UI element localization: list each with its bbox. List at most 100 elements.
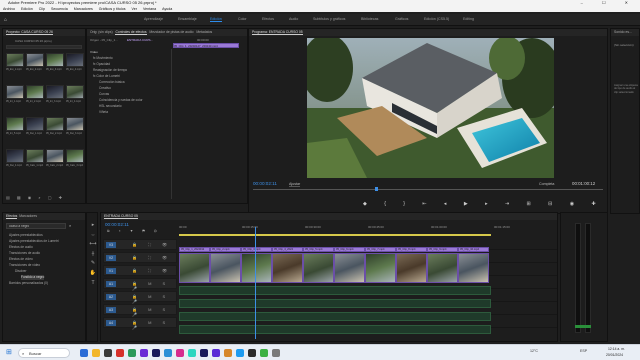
effect-sub-row[interactable]: HSL secundario <box>99 104 122 109</box>
effects-tree-item[interactable]: Transiciones de audio <box>9 251 40 256</box>
tool-icons[interactable]: ▸ ⇔ ⟷ ⟠ ✎ ✋ T <box>89 221 97 288</box>
effects-tree-item[interactable]: Efectos de vídeo <box>9 257 33 262</box>
timeline-clip-label[interactable]: 05_Clip_3.mp4 <box>241 247 272 252</box>
timeline-audio-clip[interactable] <box>179 286 491 295</box>
audio-track-header[interactable]: A4 🔒 M S 🎤 <box>103 317 177 330</box>
effect-row[interactable]: fx Opacidad <box>93 62 110 67</box>
project-item-thumbnail[interactable] <box>6 149 24 163</box>
taskbar-app-icon[interactable] <box>92 349 100 357</box>
effect-sub-row[interactable]: Coincidencia y ruedas de color <box>99 98 143 103</box>
program-title[interactable]: Programa: ENTRADA CURSO 05 <box>252 30 303 35</box>
audio-track-header[interactable]: A3 🔒 M S 🎤 <box>103 304 177 317</box>
project-item-thumbnail[interactable] <box>6 85 24 99</box>
workspace-tab[interactable]: Edición (CS5.5) <box>424 17 449 21</box>
effects-tree-item-selected[interactable]: Fundido a negro <box>21 275 45 280</box>
home-icon[interactable]: ⌂ <box>4 17 7 23</box>
track-target-label[interactable]: A1 <box>106 281 116 287</box>
timeline-clip-label[interactable]: 05_Clip_8.mp4 <box>396 247 427 252</box>
taskbar-app-icon[interactable] <box>248 349 256 357</box>
sequence-tab[interactable]: ENTRADA CURSO 05 <box>104 214 138 219</box>
project-item-thumbnail[interactable] <box>66 149 84 163</box>
timeline-audio-clip[interactable] <box>179 312 491 321</box>
taskbar-app-icon[interactable] <box>116 349 124 357</box>
project-search-input[interactable] <box>6 45 82 49</box>
origin-label[interactable]: Origen - 05_Clip_1... <box>90 38 118 42</box>
menu-secuencia[interactable]: Secuencia <box>51 7 68 11</box>
workspace-tab[interactable]: Gráficos <box>395 17 408 21</box>
timeline-clip-label[interactable]: 05_Clip_9.mp4 <box>427 247 458 252</box>
effects-tree-item[interactable]: Ajustes preestablecidos de Lumetri <box>9 239 59 244</box>
track-target-label[interactable]: A2 <box>106 294 116 300</box>
timeline-video-clip[interactable] <box>210 253 241 283</box>
search-icon[interactable]: ⌕ <box>69 223 71 228</box>
target-label[interactable]: ENTRADA CURS... <box>127 38 153 42</box>
tab-effects[interactable]: Efectos <box>6 214 18 219</box>
tab-markers[interactable]: Marcadores <box>19 214 37 218</box>
project-item-thumbnail[interactable] <box>66 53 84 67</box>
tab-audio-mixer[interactable]: Mezclador de pistas de audio <box>149 30 193 34</box>
effect-row[interactable]: fx Color de Lumetri <box>93 74 120 79</box>
tab-metadata[interactable]: Metadatos <box>196 30 212 34</box>
timeline-timecode[interactable]: 00:00:02:11 <box>105 222 129 227</box>
project-item-thumbnail[interactable] <box>26 53 44 67</box>
track-target-label[interactable]: V1 <box>106 268 116 274</box>
taskbar-app-icon[interactable] <box>176 349 184 357</box>
project-item-thumbnail[interactable] <box>66 117 84 131</box>
taskbar-app-icon[interactable] <box>224 349 232 357</box>
program-timecode[interactable]: 00:00:02:11 <box>253 181 277 186</box>
video-track-header[interactable]: V3 🔒 ⛶ 👁 <box>103 239 177 250</box>
quality-dropdown[interactable]: Completa <box>539 182 554 186</box>
track-target-label[interactable]: A4 <box>106 320 116 326</box>
timeline-clip-label[interactable]: 05_Clip_7.mp4 <box>365 247 396 252</box>
track-target-label[interactable]: A3 <box>106 307 116 313</box>
weather-temp[interactable]: 12°C <box>530 349 538 353</box>
effects-tree-item[interactable]: Barridos personalizados (0) <box>9 281 48 286</box>
workspace-tab[interactable]: Aprendizaje <box>144 17 163 21</box>
timeline-video-clip[interactable] <box>179 253 210 283</box>
taskbar-app-icon[interactable] <box>164 349 172 357</box>
timeline-clip-label[interactable]: 05_Clip_10.mp4 <box>458 247 489 252</box>
effect-sub-row[interactable]: Viñeta <box>99 110 108 115</box>
taskbar-app-icon[interactable] <box>128 349 136 357</box>
project-item-thumbnail[interactable] <box>26 117 44 131</box>
effect-row[interactable]: Reasignación de tiempo <box>93 68 127 73</box>
effect-row[interactable]: fx Movimiento <box>93 56 113 61</box>
workspace-tab[interactable]: Ensamblaje <box>178 17 197 21</box>
program-video-frame[interactable] <box>307 38 554 178</box>
timeline-clip-label[interactable]: 05_Clip_6.mp4 <box>334 247 365 252</box>
clock-time[interactable]: 12:14 a. m. <box>608 347 625 351</box>
taskbar-search-input[interactable]: ⌕ Buscar <box>18 348 70 358</box>
program-scrub-bar[interactable] <box>253 189 603 190</box>
timeline-ruler[interactable]: 00:00 00:00:15:00 00:00:30:00 00:00:45:00 00… <box>179 225 557 233</box>
timeline-video-clip[interactable] <box>272 253 303 283</box>
track-toggle-icons[interactable]: 🔒 M S 🎤 <box>132 307 176 317</box>
project-item-thumbnail[interactable] <box>26 149 44 163</box>
taskbar-app-icon[interactable] <box>140 349 148 357</box>
program-playhead[interactable] <box>375 187 378 191</box>
language-indicator[interactable]: ESP <box>580 349 587 353</box>
timeline-playhead[interactable] <box>255 227 256 339</box>
project-item-thumbnail[interactable] <box>46 85 64 99</box>
fit-dropdown[interactable]: Ajustar <box>289 182 301 187</box>
track-toggle-icons[interactable]: 🔒 M S 🎤 <box>132 281 176 291</box>
timeline-clip-label[interactable]: 05_Clip_1_2024012 <box>179 247 210 252</box>
timeline-clip-label[interactable]: 05_Clip_5.mp4 <box>303 247 334 252</box>
project-item-thumbnail[interactable] <box>6 117 24 131</box>
work-area-bar[interactable] <box>179 234 491 236</box>
taskbar-app-icon[interactable] <box>212 349 220 357</box>
workspace-tab[interactable]: Subtítulos y gráficos <box>313 17 345 21</box>
menu-clip[interactable]: Clip <box>39 7 45 11</box>
menu-ver[interactable]: Ver <box>132 7 137 11</box>
workspace-tab-active[interactable]: Edición <box>210 17 222 22</box>
effects-tree-item[interactable]: Transiciones de vídeo <box>9 263 40 268</box>
taskbar-app-icon[interactable] <box>200 349 208 357</box>
project-item-thumbnail[interactable] <box>46 117 64 131</box>
effect-sub-row[interactable]: Corrección básica <box>99 80 125 85</box>
workspace-tab[interactable]: Color <box>238 17 247 21</box>
track-toggle-icons[interactable]: 🔒 ⛶ 👁 <box>132 242 172 247</box>
effect-sub-row[interactable]: Curvas <box>99 92 109 97</box>
audio-track-header[interactable]: A1 🔒 M S 🎤 <box>103 278 177 291</box>
clock-date[interactable]: 20/01/2024 <box>606 353 623 357</box>
taskbar-app-icon[interactable] <box>272 349 280 357</box>
track-toggle-icons[interactable]: 🔒 ⛶ 👁 <box>132 255 172 260</box>
